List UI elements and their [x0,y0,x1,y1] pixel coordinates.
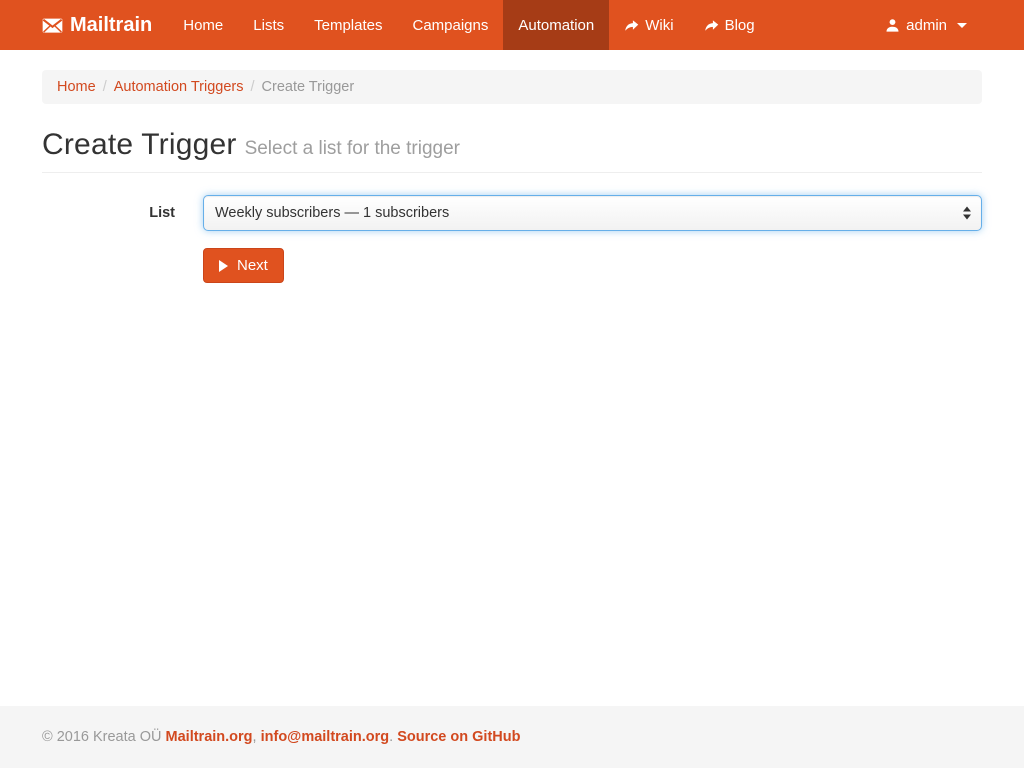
page-header: Create Trigger Select a list for the trig… [42,128,982,173]
brand-label: Mailtrain [70,14,152,37]
nav-item-label: Templates [314,17,382,34]
nav-item-label: Lists [253,17,284,34]
brand-link[interactable]: Mailtrain [42,0,168,50]
breadcrumb: Home / Automation Triggers / Create Trig… [42,70,982,104]
page: Mailtrain Home Lists Templates Campaigns… [0,0,1024,768]
nav-item-label: Campaigns [412,17,488,34]
footer-separator: . [389,729,397,745]
form-actions: Next [203,248,982,283]
breadcrumb-current: Create Trigger [262,79,355,95]
nav-item-label: Automation [518,17,594,34]
footer: © 2016 Kreata OÜ Mailtrain.org, info@mai… [0,706,1024,768]
user-label: admin [906,17,947,34]
user-icon [885,18,900,33]
nav-items: Home Lists Templates Campaigns Automatio… [168,0,769,50]
top-navbar: Mailtrain Home Lists Templates Campaigns… [0,0,1024,50]
breadcrumb-separator: / [243,79,261,95]
footer-link-github[interactable]: Source on GitHub [397,729,520,745]
nav-item-label: Blog [725,17,755,34]
main-content: Home / Automation Triggers / Create Trig… [27,50,997,706]
nav-item-wiki[interactable]: Wiki [609,0,688,50]
list-select-value: Weekly subscribers — 1 subscribers [215,205,449,221]
footer-copyright: © 2016 Kreata OÜ [42,729,166,745]
nav-item-lists[interactable]: Lists [238,0,299,50]
share-arrow-icon [624,18,639,33]
list-select[interactable]: Weekly subscribers — 1 subscribers [203,195,982,231]
chevron-down-icon [957,23,967,28]
nav-item-campaigns[interactable]: Campaigns [397,0,503,50]
footer-link-email[interactable]: info@mailtrain.org [261,729,390,745]
nav-item-blog[interactable]: Blog [689,0,770,50]
nav-item-home[interactable]: Home [168,0,238,50]
list-form-row: List Weekly subscribers — 1 subscribers [42,195,982,231]
nav-item-label: Wiki [645,17,673,34]
next-button-label: Next [237,257,268,274]
nav-item-label: Home [183,17,223,34]
share-arrow-icon [704,18,719,33]
footer-link-mailtrain[interactable]: Mailtrain.org [166,729,253,745]
footer-separator: , [253,729,261,745]
nav-item-automation[interactable]: Automation [503,0,609,50]
envelope-icon [42,15,63,36]
play-icon [219,260,228,272]
breadcrumb-home[interactable]: Home [57,79,96,95]
nav-item-templates[interactable]: Templates [299,0,397,50]
page-subtitle: Select a list for the trigger [245,138,460,159]
breadcrumb-automation-triggers[interactable]: Automation Triggers [114,79,244,95]
page-title: Create Trigger [42,128,237,161]
next-button[interactable]: Next [203,248,284,283]
list-label: List [42,205,203,221]
select-arrows-icon [963,207,971,220]
user-menu[interactable]: admin [870,0,982,50]
breadcrumb-separator: / [96,79,114,95]
